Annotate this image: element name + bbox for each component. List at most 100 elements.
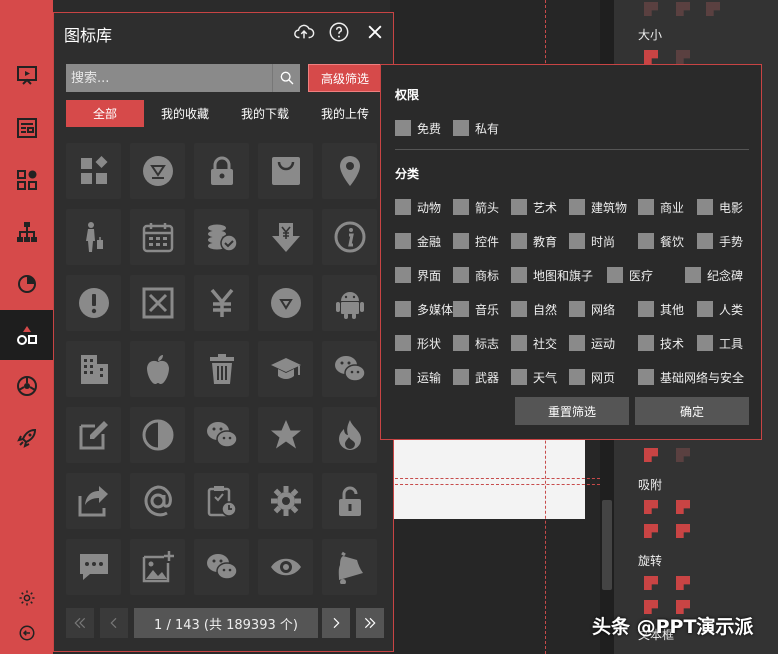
checkbox-box[interactable] — [638, 335, 654, 351]
checkbox-category[interactable]: 运输 — [395, 368, 441, 386]
checkbox-private[interactable]: 私有 — [453, 119, 499, 137]
checkbox-category[interactable]: 界面 — [395, 266, 441, 284]
sidebar-item-chart[interactable] — [0, 258, 53, 308]
icon-cell[interactable] — [130, 407, 185, 463]
checkbox-box[interactable] — [395, 120, 411, 136]
checkbox-box[interactable] — [569, 233, 585, 249]
sidebar-item-images[interactable] — [0, 361, 53, 411]
last-page-button[interactable] — [356, 608, 384, 638]
size-icon[interactable] — [644, 50, 658, 64]
tab-downloads[interactable]: 我的下载 — [226, 100, 304, 127]
align-icon[interactable] — [644, 2, 658, 16]
checkbox-box[interactable] — [569, 199, 585, 215]
icon-cell[interactable] — [194, 275, 249, 331]
checkbox-category[interactable]: 医疗 — [607, 266, 653, 284]
rotate-icon[interactable] — [644, 576, 658, 590]
checkbox-box[interactable] — [395, 301, 411, 317]
checkbox-category[interactable]: 运动 — [569, 334, 615, 352]
checkbox-category[interactable]: 武器 — [453, 368, 499, 386]
icon-cell[interactable] — [258, 341, 313, 397]
next-page-button[interactable] — [322, 608, 350, 638]
align-icon[interactable] — [706, 2, 720, 16]
icon-cell[interactable] — [322, 143, 377, 199]
icon-cell[interactable] — [258, 539, 313, 595]
checkbox-category[interactable]: 音乐 — [453, 300, 499, 318]
sidebar-item-video[interactable] — [0, 50, 53, 100]
icon-cell[interactable] — [322, 407, 377, 463]
icon-cell[interactable] — [194, 209, 249, 265]
icon-cell[interactable] — [322, 341, 377, 397]
icon-cell[interactable] — [258, 407, 313, 463]
rotate-icon[interactable] — [676, 576, 690, 590]
icon-cell[interactable] — [130, 209, 185, 265]
icon-cell[interactable] — [130, 539, 185, 595]
checkbox-box[interactable] — [569, 369, 585, 385]
checkbox-category[interactable]: 多媒体 — [395, 300, 453, 318]
icon-cell[interactable] — [322, 473, 377, 529]
checkbox-box[interactable] — [453, 335, 469, 351]
checkbox-box[interactable] — [453, 267, 469, 283]
checkbox-category[interactable]: 纪念碑 — [685, 266, 743, 284]
checkbox-box[interactable] — [453, 369, 469, 385]
checkbox-box[interactable] — [697, 335, 713, 351]
checkbox-box[interactable] — [638, 369, 654, 385]
icon-cell[interactable] — [66, 143, 121, 199]
icon-cell[interactable] — [322, 539, 377, 595]
canvas-scrollbar-thumb[interactable] — [602, 500, 612, 590]
checkbox-category[interactable]: 建筑物 — [569, 198, 627, 216]
checkbox-category[interactable]: 网络 — [569, 300, 615, 318]
checkbox-box[interactable] — [511, 301, 527, 317]
checkbox-category[interactable]: 标志 — [453, 334, 499, 352]
checkbox-box[interactable] — [453, 120, 469, 136]
checkbox-category[interactable]: 教育 — [511, 232, 557, 250]
icon-cell[interactable] — [130, 341, 185, 397]
icon-cell[interactable] — [130, 143, 185, 199]
checkbox-box[interactable] — [607, 267, 623, 283]
checkbox-category[interactable]: 手势 — [697, 232, 743, 250]
tab-uploads[interactable]: 我的上传 — [306, 100, 384, 127]
icon-cell[interactable] — [194, 341, 249, 397]
checkbox-box[interactable] — [395, 199, 411, 215]
checkbox-box[interactable] — [395, 267, 411, 283]
help-button[interactable] — [328, 21, 350, 43]
checkbox-category[interactable]: 形状 — [395, 334, 441, 352]
copy-icon[interactable] — [676, 448, 690, 462]
checkbox-category[interactable]: 商标 — [453, 266, 499, 284]
checkbox-box[interactable] — [511, 335, 527, 351]
checkbox-box[interactable] — [395, 233, 411, 249]
checkbox-box[interactable] — [453, 199, 469, 215]
close-button[interactable] — [364, 21, 386, 43]
icon-cell[interactable] — [66, 341, 121, 397]
icon-cell[interactable] — [66, 275, 121, 331]
checkbox-box[interactable] — [395, 369, 411, 385]
sidebar-item-shapes[interactable] — [0, 155, 53, 205]
checkbox-box[interactable] — [453, 233, 469, 249]
tab-favorites[interactable]: 我的收藏 — [146, 100, 224, 127]
checkbox-category[interactable]: 人类 — [697, 300, 743, 318]
icon-cell[interactable] — [322, 209, 377, 265]
icon-cell[interactable] — [130, 275, 185, 331]
slide-white-shape[interactable] — [394, 440, 585, 519]
icon-cell[interactable] — [66, 539, 121, 595]
checkbox-category[interactable]: 金融 — [395, 232, 441, 250]
checkbox-box[interactable] — [511, 267, 527, 283]
checkbox-box[interactable] — [511, 369, 527, 385]
sidebar-item-text[interactable] — [0, 103, 53, 153]
checkbox-category[interactable]: 电影 — [697, 198, 743, 216]
checkbox-category[interactable]: 基础网络与安全 — [638, 368, 744, 386]
icon-cell[interactable] — [322, 275, 377, 331]
checkbox-category[interactable]: 餐饮 — [638, 232, 684, 250]
checkbox-box[interactable] — [453, 301, 469, 317]
checkbox-category[interactable]: 箭头 — [453, 198, 499, 216]
checkbox-box[interactable] — [697, 233, 713, 249]
snap-icon[interactable] — [644, 500, 658, 514]
sidebar-item-animation[interactable] — [0, 413, 53, 463]
checkbox-category[interactable]: 时尚 — [569, 232, 615, 250]
checkbox-box[interactable] — [697, 301, 713, 317]
copy-icon[interactable] — [644, 448, 658, 462]
icon-cell[interactable] — [258, 209, 313, 265]
checkbox-category[interactable]: 商业 — [638, 198, 684, 216]
snap-icon[interactable] — [676, 500, 690, 514]
first-page-button[interactable] — [66, 608, 94, 638]
sidebar-item-icons[interactable] — [0, 310, 53, 360]
